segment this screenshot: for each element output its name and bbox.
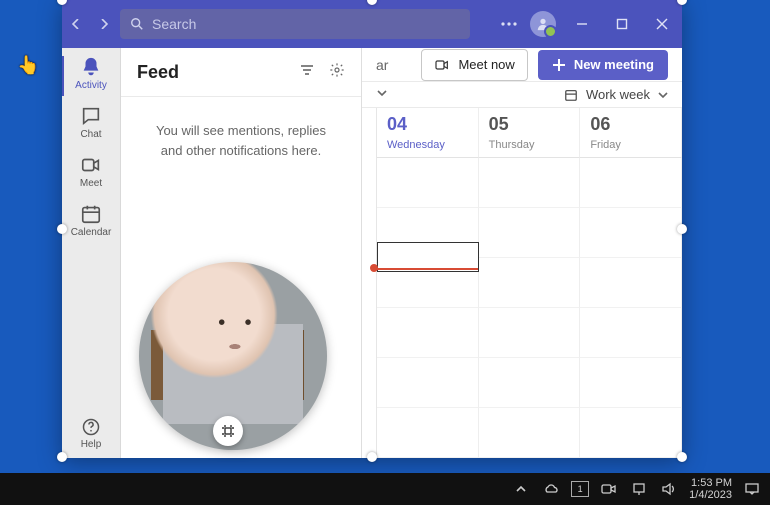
search-icon	[130, 17, 144, 31]
back-button[interactable]	[62, 0, 90, 48]
calendar-header-truncated: ar	[376, 57, 388, 73]
rail-label: Calendar	[71, 227, 112, 238]
day-number: 06	[590, 114, 671, 135]
rail-label: Activity	[75, 80, 107, 91]
day-name: Wednesday	[387, 139, 445, 151]
day-number: 05	[489, 114, 570, 135]
tray-overflow-icon[interactable]	[511, 479, 531, 499]
network-icon[interactable]	[629, 479, 649, 499]
volume-icon[interactable]	[659, 479, 679, 499]
taskbar[interactable]: 1 1:53 PM 1/4/2023	[0, 473, 770, 505]
current-time-dot	[370, 264, 378, 272]
calendar-cell[interactable]	[580, 208, 682, 258]
settings-icon[interactable]	[329, 62, 345, 83]
close-button[interactable]	[642, 0, 682, 48]
calendar-cell[interactable]	[580, 158, 682, 208]
calendar-cell[interactable]	[377, 158, 479, 208]
calendar-cell[interactable]	[377, 308, 479, 358]
search-input[interactable]: Search	[120, 9, 470, 39]
selection-handle[interactable]	[677, 452, 687, 462]
calendar-cell[interactable]	[377, 408, 479, 458]
calendar-cell[interactable]	[580, 408, 682, 458]
calendar-cell[interactable]	[479, 408, 581, 458]
rail-label: Meet	[80, 178, 102, 189]
view-selector[interactable]: Work week	[564, 87, 668, 102]
more-button[interactable]	[494, 0, 524, 48]
cursor-icon: 👆	[17, 55, 39, 76]
meet-now-button[interactable]: Meet now	[421, 49, 527, 81]
feed-panel: Feed You will see mentions, replies and …	[121, 48, 362, 458]
selection-handle[interactable]	[677, 224, 687, 234]
notifications-icon[interactable]	[742, 479, 762, 499]
day-name: Friday	[590, 139, 621, 151]
day-number: 04	[387, 114, 468, 135]
rail-calendar[interactable]: Calendar	[71, 203, 112, 238]
calendar-panel: ar Meet now New meeting Work week	[362, 48, 682, 458]
selection-handle[interactable]	[57, 452, 67, 462]
new-meeting-button[interactable]: New meeting	[538, 50, 668, 80]
chevron-down-icon	[658, 90, 668, 100]
current-time-line	[374, 268, 478, 270]
day-header[interactable]: 04 Wednesday	[377, 108, 479, 158]
feed-title: Feed	[137, 62, 179, 83]
app-rail: Activity Chat Meet Calendar Help	[62, 48, 121, 458]
language-icon[interactable]: 1	[571, 481, 589, 497]
video-icon	[434, 57, 450, 73]
selection-handle[interactable]	[367, 452, 377, 462]
rail-activity[interactable]: Activity	[75, 56, 107, 91]
teams-window: Search Activity Chat Meet	[62, 0, 682, 458]
calendar-cell[interactable]	[479, 208, 581, 258]
forward-button[interactable]	[90, 0, 118, 48]
calendar-cell[interactable]	[377, 358, 479, 408]
window-controls	[562, 0, 682, 48]
day-header[interactable]: 05 Thursday	[479, 108, 581, 158]
rail-label: Help	[81, 439, 102, 450]
expand-timecol-button[interactable]	[376, 86, 388, 104]
calendar-grid[interactable]: 04 Wednesday 05 Thursday 06 Friday	[362, 108, 682, 458]
plus-icon	[552, 58, 566, 72]
selection-handle[interactable]	[677, 0, 687, 5]
calendar-cell[interactable]	[580, 308, 682, 358]
calendar-cell[interactable]	[479, 358, 581, 408]
titlebar: Search	[62, 0, 682, 48]
day-name: Thursday	[489, 139, 535, 151]
calendar-icon	[564, 88, 578, 102]
rail-chat[interactable]: Chat	[80, 105, 102, 140]
day-header[interactable]: 06 Friday	[580, 108, 682, 158]
taskbar-clock[interactable]: 1:53 PM 1/4/2023	[689, 477, 732, 501]
meet-now-tray-icon[interactable]	[599, 479, 619, 499]
maximize-button[interactable]	[602, 0, 642, 48]
minimize-button[interactable]	[562, 0, 602, 48]
filter-icon[interactable]	[299, 62, 315, 83]
search-placeholder: Search	[152, 16, 196, 32]
rail-meet[interactable]: Meet	[80, 154, 102, 189]
calendar-cell[interactable]	[580, 258, 682, 308]
account-avatar[interactable]	[530, 11, 556, 37]
calendar-cell[interactable]	[580, 358, 682, 408]
calendar-cell[interactable]	[479, 158, 581, 208]
rail-help[interactable]: Help	[81, 417, 102, 450]
calendar-cell[interactable]	[479, 308, 581, 358]
onedrive-icon[interactable]	[541, 479, 561, 499]
calendar-cell[interactable]	[479, 258, 581, 308]
background-effects-button[interactable]	[213, 416, 243, 446]
feed-empty-message: You will see mentions, replies and other…	[121, 97, 361, 184]
rail-label: Chat	[80, 129, 101, 140]
selection-handle[interactable]	[57, 224, 67, 234]
